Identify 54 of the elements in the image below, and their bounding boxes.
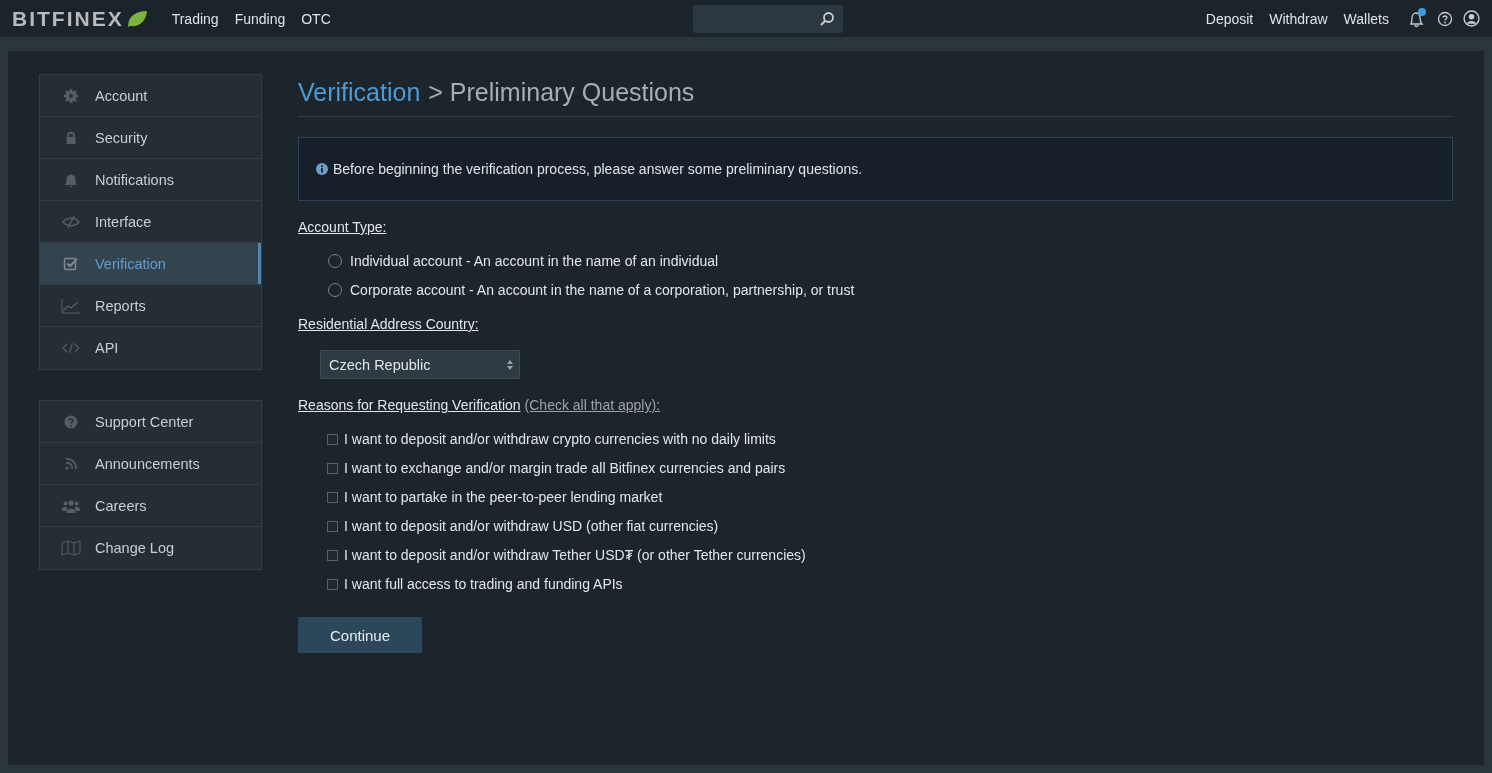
- search-icon: [819, 10, 836, 27]
- nav-link[interactable]: Deposit: [1205, 10, 1254, 27]
- info-text: Before beginning the verification process, please answer some preliminary questions.: [333, 161, 863, 177]
- checkbox-option[interactable]: I want to deposit and/or withdraw crypto currencies with no daily limits: [327, 431, 776, 447]
- section-label: Residential Address Country:: [298, 316, 479, 332]
- section-note: (Check all that apply):: [524, 397, 660, 413]
- sidebar-item[interactable]: Careers: [40, 485, 261, 527]
- sidebar-item[interactable]: Announcements: [40, 443, 261, 485]
- section-label: Reasons for Requesting Verification: [298, 397, 521, 413]
- checkbox-icon: [61, 255, 81, 272]
- sidebar-item[interactable]: Notifications: [40, 159, 261, 201]
- page-title: > Preliminary Questions: [428, 78, 695, 107]
- eye-slash-icon: [61, 213, 81, 230]
- nav-link[interactable]: OTC: [301, 10, 331, 27]
- checkbox-option[interactable]: I want full access to trading and funding APIs: [327, 576, 623, 592]
- country-select[interactable]: Czech Republic: [320, 350, 520, 379]
- nav-link[interactable]: Wallets: [1343, 10, 1389, 27]
- help-icon[interactable]: [1437, 10, 1453, 27]
- nav-link[interactable]: Funding: [234, 10, 286, 27]
- checkbox[interactable]: [327, 491, 338, 503]
- checkbox-option[interactable]: I want to deposit and/or withdraw Tether USD₮ (or other Tether currencies): [327, 547, 806, 563]
- section-label: Account Type:: [298, 219, 387, 235]
- logo-text: BITFINEX: [12, 6, 124, 31]
- info-icon: [316, 163, 328, 175]
- sidebar-item[interactable]: API: [40, 327, 261, 369]
- checkbox-option[interactable]: I want to deposit and/or withdraw USD (other fiat currencies): [327, 518, 719, 534]
- line-chart-icon: [61, 297, 81, 314]
- map-icon: [61, 540, 81, 556]
- checkbox[interactable]: [327, 578, 338, 590]
- checkbox-option[interactable]: I want to partake in the peer-to-peer lending market: [327, 489, 663, 505]
- checkbox[interactable]: [327, 520, 338, 532]
- radio-option[interactable]: Corporate account - An account in the name of a corporation, partnership, or trust: [328, 282, 855, 298]
- checkbox[interactable]: [327, 433, 338, 445]
- breadcrumb-link[interactable]: Verification: [298, 78, 421, 107]
- sidebar-item[interactable]: Support Center: [40, 401, 261, 443]
- sidebar-item[interactable]: Verification: [40, 243, 261, 285]
- leaf-logo-icon: [125, 9, 148, 28]
- checkbox[interactable]: [327, 549, 338, 561]
- radio-option[interactable]: Individual account - An account in the name of an individual: [328, 253, 719, 269]
- sidebar-item[interactable]: Reports: [40, 285, 261, 327]
- checkbox-option[interactable]: I want to exchange and/or margin trade all Bitfinex currencies and pairs: [327, 460, 786, 476]
- updown-arrows-icon: [506, 358, 514, 371]
- sidebar-item[interactable]: Account: [40, 75, 261, 117]
- sidebar-item[interactable]: Security: [40, 117, 261, 159]
- gear-icon: [61, 87, 81, 104]
- code-icon: [61, 340, 81, 356]
- sidebar-item[interactable]: Change Log: [40, 527, 261, 569]
- people-icon: [61, 497, 81, 514]
- checkbox[interactable]: [327, 462, 338, 474]
- nav-link[interactable]: Withdraw: [1269, 10, 1328, 27]
- search-field[interactable]: [693, 4, 844, 33]
- nav-link[interactable]: Trading: [171, 10, 219, 27]
- user-icon[interactable]: [1463, 10, 1480, 27]
- continue-button[interactable]: Continue: [298, 617, 422, 653]
